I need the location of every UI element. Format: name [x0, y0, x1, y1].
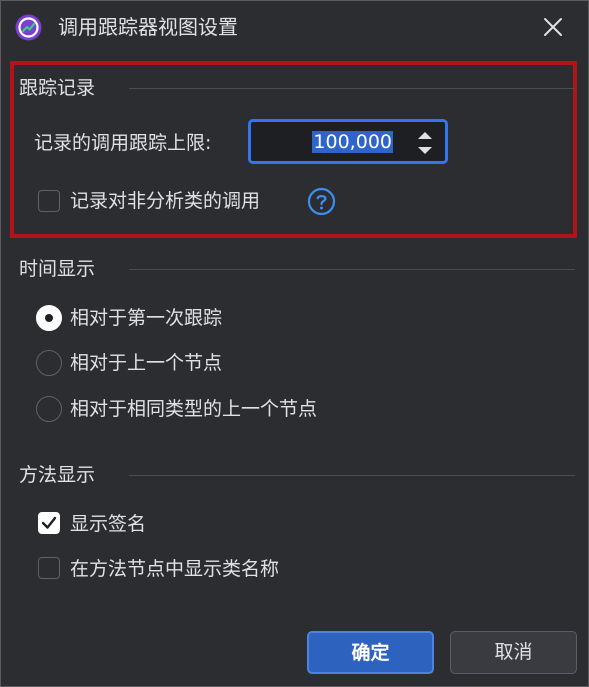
record-unanalyzed-checkbox[interactable] — [38, 190, 60, 212]
radio-relative-previous-node[interactable] — [36, 350, 62, 376]
radio-label: 相对于相同类型的上一个节点 — [70, 398, 318, 420]
radio-selected-dot — [45, 314, 53, 322]
section-separator — [129, 475, 575, 476]
section-title-method: 方法显示 — [19, 464, 96, 486]
close-icon[interactable] — [541, 15, 565, 39]
section-separator — [129, 269, 575, 270]
radio-relative-previous-same-type[interactable] — [36, 396, 62, 422]
settings-dialog: 调用跟踪器视图设置 跟踪记录 记录的调用跟踪上限: 100,000 记录对非分析… — [0, 0, 589, 687]
trace-limit-label: 记录的调用跟踪上限: — [34, 132, 212, 154]
radio-label: 相对于第一次跟踪 — [70, 307, 223, 329]
title-bar: 调用跟踪器视图设置 — [1, 1, 588, 55]
show-signature-checkbox[interactable] — [38, 512, 60, 534]
show-class-name-label: 在方法节点中显示类名称 — [70, 558, 280, 580]
trace-limit-value[interactable]: 100,000 — [312, 131, 393, 153]
trace-limit-spinner[interactable]: 100,000 — [248, 119, 448, 164]
radio-label: 相对于上一个节点 — [70, 352, 223, 374]
spinner-arrows-icon[interactable] — [413, 127, 437, 159]
show-signature-label: 显示签名 — [70, 513, 147, 535]
help-icon[interactable] — [307, 187, 336, 216]
radio-relative-first-trace[interactable] — [36, 305, 62, 331]
section-separator — [129, 88, 575, 89]
record-unanalyzed-label: 记录对非分析类的调用 — [70, 190, 261, 212]
section-title-trace: 跟踪记录 — [19, 77, 96, 99]
dialog-title: 调用跟踪器视图设置 — [58, 15, 238, 39]
show-class-name-checkbox[interactable] — [38, 557, 60, 579]
section-title-time: 时间显示 — [19, 258, 96, 280]
checkmark-icon — [41, 516, 57, 529]
cancel-button[interactable]: 取消 — [450, 631, 577, 674]
ok-button[interactable]: 确定 — [307, 631, 434, 674]
profiler-app-icon — [15, 14, 42, 41]
